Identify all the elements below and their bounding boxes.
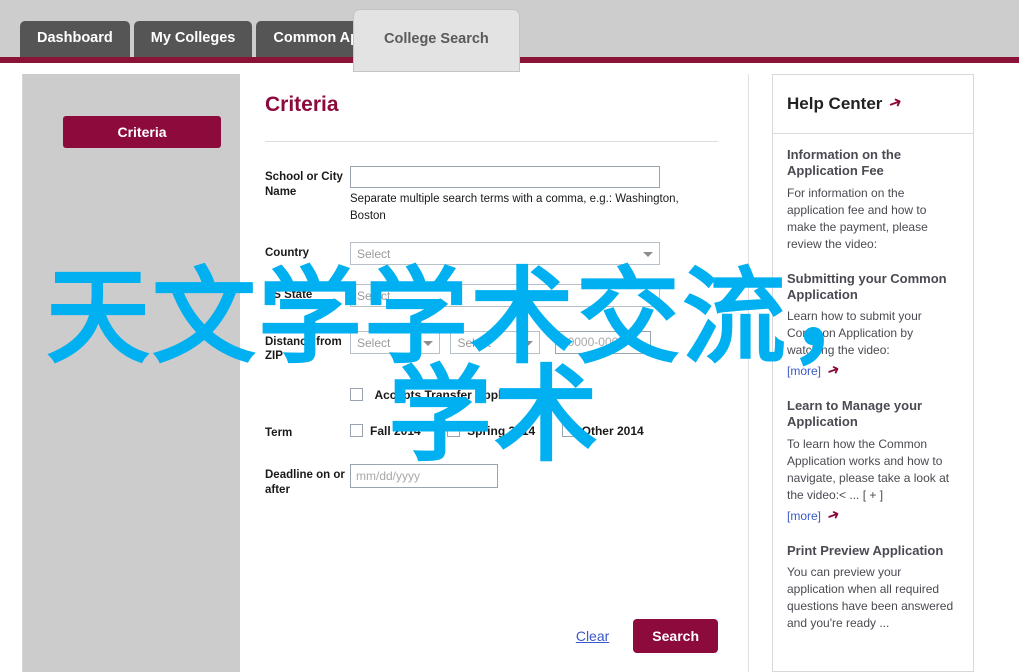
label-school-city: School or City Name	[265, 171, 343, 198]
chevron-down-icon	[423, 340, 433, 346]
term-option-other[interactable]: Other 2014	[561, 423, 644, 438]
distance-select[interactable]: Select	[350, 330, 440, 354]
term-fall-label: Fall 2014	[370, 423, 421, 438]
sidebar-criteria-button[interactable]: Criteria	[63, 116, 221, 148]
arrow-right-icon: ➜	[824, 360, 843, 381]
field-row-transfer: Accepts Transfer Applications	[265, 386, 725, 404]
help-center-header[interactable]: Help Center ➜	[773, 75, 973, 134]
us-state-select[interactable]: Select	[350, 283, 660, 307]
field-row-us-state: US State Select	[265, 283, 725, 307]
help-center-panel: Help Center ➜ Information on the Applica…	[772, 74, 974, 672]
country-select-value: Select	[357, 246, 391, 261]
deadline-input[interactable]	[350, 464, 498, 489]
help-article-title: Information on the Application Fee	[787, 147, 902, 179]
help-article-body: For information on the application fee a…	[787, 185, 928, 251]
term-option-fall[interactable]: Fall 2014	[350, 424, 421, 438]
arrow-right-icon: ➜	[824, 505, 843, 526]
field-row-distance-zip: Distance from ZIP Select Select	[265, 330, 725, 364]
school-city-input[interactable]	[350, 166, 660, 188]
label-us-state: US State	[265, 288, 313, 301]
tab-list: Dashboard My Colleges Common App College…	[20, 10, 519, 71]
arrow-right-icon: ➜	[886, 93, 906, 114]
term-other-label: Other 2014	[581, 423, 644, 438]
transfer-checkbox[interactable]	[350, 388, 363, 402]
clear-link[interactable]: Clear	[576, 628, 609, 644]
chevron-down-icon	[643, 251, 653, 257]
criteria-panel: Criteria School or City Name Separate mu…	[240, 74, 749, 672]
label-deadline: Deadline on or after	[265, 469, 345, 497]
page-body: Criteria Criteria School or City Name Se…	[0, 63, 1019, 672]
label-term: Term	[265, 426, 293, 439]
distance-unit-select[interactable]: Select	[450, 330, 541, 354]
criteria-form: School or City Name Separate multiple se…	[265, 166, 725, 505]
title-divider	[265, 141, 718, 142]
label-country: Country	[265, 246, 310, 259]
help-article-body: You can preview your application when al…	[787, 565, 954, 631]
chevron-down-icon	[523, 340, 534, 346]
help-article-body: To learn how the Common Application work…	[787, 436, 950, 502]
distance-select-value: Select	[357, 335, 391, 350]
field-row-school-city: School or City Name Separate multiple se…	[265, 166, 725, 226]
help-article: Learn to Manage your Application To lear…	[787, 398, 959, 525]
tab-dashboard[interactable]: Dashboard	[20, 21, 130, 57]
help-article: Information on the Application Fee For i…	[787, 147, 959, 253]
tab-college-search[interactable]: College Search	[354, 10, 519, 71]
help-article-title: Submitting your Common Application	[787, 270, 947, 302]
form-actions: Clear Search	[265, 619, 718, 653]
left-sidebar: Criteria	[22, 74, 241, 672]
page-title: Criteria	[265, 93, 339, 116]
term-other-checkbox[interactable]	[561, 424, 575, 438]
field-row-term: Term Fall 2014 Spring 2014 Other 2014	[265, 422, 725, 443]
help-article-more-link[interactable]: [more]	[787, 509, 821, 523]
country-select[interactable]: Select	[350, 241, 660, 265]
help-article-title: Learn to Manage your Application	[787, 398, 923, 430]
field-row-country: Country Select	[265, 241, 725, 265]
search-button[interactable]: Search	[633, 619, 718, 653]
help-center-title: Help Center	[787, 94, 883, 113]
school-city-hint: Separate multiple search terms with a co…	[350, 193, 679, 223]
tab-my-colleges[interactable]: My Colleges	[133, 21, 253, 57]
transfer-label: Accepts Transfer Applications	[374, 387, 547, 402]
field-row-deadline: Deadline on or after	[265, 464, 725, 497]
label-distance-zip: Distance from ZIP	[265, 335, 342, 363]
help-article-title: Print Preview Application	[787, 542, 944, 558]
term-option-spring[interactable]: Spring 2014	[447, 424, 535, 438]
top-tab-bar: Dashboard My Colleges Common App College…	[0, 0, 1019, 71]
help-article-list: Information on the Application Fee For i…	[773, 134, 973, 632]
zip-input[interactable]	[554, 330, 651, 354]
help-article: Print Preview Application You can previe…	[787, 543, 959, 632]
us-state-select-value: Select	[357, 288, 391, 303]
term-spring-checkbox[interactable]	[447, 424, 461, 438]
help-article-body: Learn how to submit your Common Applicat…	[787, 309, 922, 358]
term-spring-label: Spring 2014	[467, 423, 536, 438]
distance-unit-select-value: Select	[457, 335, 491, 350]
help-article-more-link[interactable]: [more]	[787, 364, 821, 378]
help-article: Submitting your Common Application Learn…	[787, 271, 959, 381]
term-fall-checkbox[interactable]	[350, 424, 363, 438]
